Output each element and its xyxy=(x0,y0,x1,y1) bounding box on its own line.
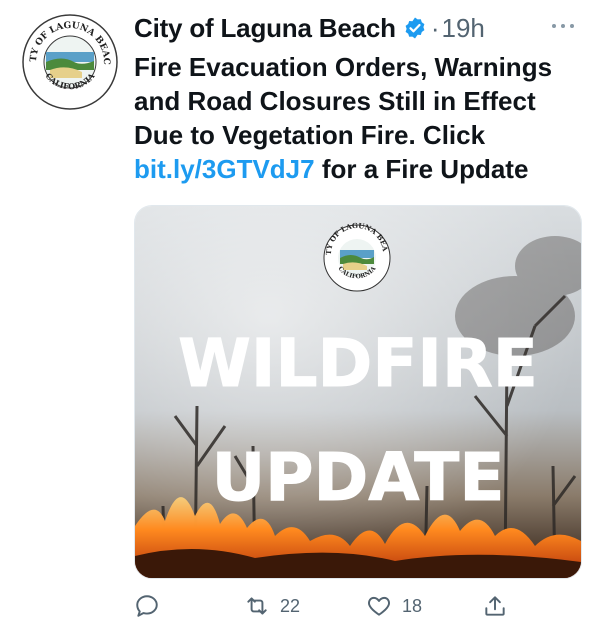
tweet-timestamp[interactable]: 19h xyxy=(442,13,485,44)
tweet-text-body: Fire Evacuation Orders, Warnings and Roa… xyxy=(134,52,553,150)
like-button[interactable]: 18 xyxy=(366,588,422,624)
headline-line-1: WILDFIRE xyxy=(178,325,538,402)
verified-badge-icon xyxy=(405,17,425,39)
like-count: 18 xyxy=(402,595,423,616)
author-avatar[interactable]: CITY OF LAGUNA BEACH CALIFORNIA xyxy=(22,14,118,110)
tweet-text: Fire Evacuation Orders, Warnings and Roa… xyxy=(134,50,574,186)
city-seal-logo: CITY OF LAGUNA BEACH CALIFORNIA xyxy=(22,14,118,110)
retweet-icon xyxy=(247,597,267,615)
reply-icon xyxy=(136,595,158,617)
tweet-header: City of Laguna Beach · 19h xyxy=(134,8,578,48)
retweet-count: 22 xyxy=(280,595,301,616)
retweet-button[interactable]: 22 xyxy=(244,588,300,624)
tweet-text-tail: for a Fire Update xyxy=(314,154,529,184)
author-name[interactable]: City of Laguna Beach xyxy=(134,13,396,44)
share-button[interactable] xyxy=(482,588,508,624)
wildfire-photo: CITY OF LAGUNA BEACH CALIFORNIA WILDFIRE… xyxy=(135,206,581,578)
more-options-icon[interactable] xyxy=(548,16,578,36)
share-icon xyxy=(485,596,505,616)
heart-icon xyxy=(368,596,390,616)
tweet-media-image[interactable]: CITY OF LAGUNA BEACH CALIFORNIA WILDFIRE… xyxy=(134,205,582,579)
headline-line-2: UPDATE xyxy=(212,439,505,516)
tweet-actions: 22 18 xyxy=(134,588,514,624)
reply-button[interactable] xyxy=(134,588,160,624)
header-separator: · xyxy=(430,12,440,43)
tweet-link[interactable]: bit.ly/3GTVdJ7 xyxy=(134,154,315,184)
